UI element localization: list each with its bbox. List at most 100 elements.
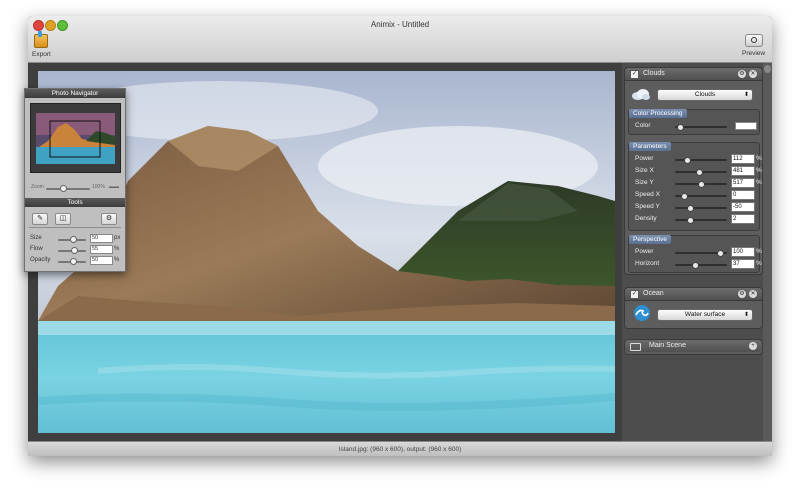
tool-slider[interactable] xyxy=(58,236,86,243)
slider-knob[interactable] xyxy=(687,205,694,212)
zoom-slider[interactable] xyxy=(46,185,90,192)
slider-knob[interactable] xyxy=(717,250,724,257)
tool-label: Size xyxy=(30,235,42,241)
slider-knob[interactable] xyxy=(70,258,77,265)
ocean-layer-panel: ✓ Ocean ⚙ ✕ Water surface ⬍ xyxy=(624,287,763,329)
param-slider[interactable] xyxy=(675,169,727,176)
popup-arrows-icon: ⬍ xyxy=(743,92,749,98)
parameter-row: Size X 481% xyxy=(635,166,762,176)
navigator-title: Photo Navigator xyxy=(25,89,125,98)
clouds-type-select[interactable]: Clouds ⬍ xyxy=(657,89,753,101)
ocean-enabled-checkbox[interactable]: ✓ xyxy=(630,290,639,299)
param-value-field[interactable]: 37 xyxy=(731,259,755,269)
ocean-type-value: Water surface xyxy=(684,311,726,318)
parameter-row: Size Y 517% xyxy=(635,178,762,188)
tool-opacity-row: Opacity 50% xyxy=(30,256,122,266)
parameter-row: Speed Y -50 xyxy=(635,202,759,212)
export-button[interactable]: Export xyxy=(32,31,51,58)
slider-knob[interactable] xyxy=(681,193,688,200)
clouds-enabled-checkbox[interactable]: ✓ xyxy=(630,70,639,79)
slider-knob[interactable] xyxy=(687,217,694,224)
param-value-field[interactable]: 0 xyxy=(731,190,755,200)
param-value-field[interactable]: 517 xyxy=(731,178,755,188)
perspective-title: Perspective xyxy=(629,235,671,244)
parameters-section: Parameters Power 112% Size X 481% Size Y 517%… xyxy=(628,142,762,231)
param-value-field[interactable]: -50 xyxy=(731,202,755,212)
param-slider[interactable] xyxy=(675,205,727,212)
param-unit: % xyxy=(756,260,762,267)
color-swatch[interactable] xyxy=(735,122,757,130)
color-row: Color xyxy=(635,121,759,131)
color-processing-title: Color Processing xyxy=(629,109,687,118)
tools-divider xyxy=(29,227,121,228)
parameter-row: Power 112% xyxy=(635,154,762,164)
eraser-icon[interactable]: ◫ xyxy=(55,213,71,225)
main-scene-title: Main Scene xyxy=(649,342,686,349)
ocean-layer-header: ✓ Ocean ⚙ ✕ xyxy=(625,288,762,301)
main-scene-panel[interactable]: Main Scene + xyxy=(624,339,763,355)
clouds-remove-icon[interactable]: ✕ xyxy=(749,70,757,78)
tool-slider[interactable] xyxy=(58,247,86,254)
ocean-settings-icon[interactable]: ⚙ xyxy=(738,290,746,298)
slider-knob[interactable] xyxy=(692,262,699,269)
color-slider[interactable] xyxy=(675,124,727,131)
ocean-type-select[interactable]: Water surface ⬍ xyxy=(657,309,753,321)
ocean-remove-icon[interactable]: ✕ xyxy=(749,290,757,298)
param-unit: % xyxy=(756,248,762,255)
slider-knob[interactable] xyxy=(677,124,684,131)
tool-label: Opacity xyxy=(30,257,51,263)
param-slider[interactable] xyxy=(675,157,727,164)
scroll-thumb[interactable] xyxy=(764,65,771,73)
clouds-layer-header: ✓ Clouds ⚙ ✕ xyxy=(625,68,762,81)
tool-value-field[interactable]: 50 xyxy=(90,234,113,243)
param-label: Size X xyxy=(635,167,654,174)
tool-label: Flow xyxy=(30,246,43,252)
param-value-field[interactable]: 2 xyxy=(731,214,755,224)
zoom-min-label: Zoom xyxy=(31,184,44,190)
param-slider[interactable] xyxy=(675,217,727,224)
gear-icon[interactable]: ⚙ xyxy=(101,213,117,225)
param-slider[interactable] xyxy=(675,250,727,257)
inspector-scrollbar[interactable] xyxy=(763,63,772,441)
navigator-thumbnail-frame[interactable] xyxy=(30,103,121,173)
param-slider[interactable] xyxy=(675,262,727,269)
slider-knob[interactable] xyxy=(696,169,703,176)
param-slider[interactable] xyxy=(675,193,727,200)
scene-icon xyxy=(630,343,641,351)
add-layer-icon[interactable]: + xyxy=(749,342,757,350)
status-bar: Island.jpg: (960 x 600), output: (960 x … xyxy=(28,441,772,456)
clouds-layer-panel: ✓ Clouds ⚙ ✕ Clouds ⬍ Color Processing C… xyxy=(624,67,763,275)
tool-value-field[interactable]: 55 xyxy=(90,245,113,254)
tools-header: Tools xyxy=(25,198,125,207)
preview-button[interactable]: Preview xyxy=(742,34,765,57)
slider-knob[interactable] xyxy=(71,247,78,254)
param-label: Horizont xyxy=(635,260,660,267)
parameter-row: Density 2 xyxy=(635,214,759,224)
tool-value-field[interactable]: 50 xyxy=(90,256,113,265)
brush-icon[interactable]: ✎ xyxy=(32,213,48,225)
param-value-field[interactable]: 481 xyxy=(731,166,755,176)
tool-size-row: Size 50 px xyxy=(30,234,122,244)
tool-slider[interactable] xyxy=(58,258,86,265)
clouds-layer-title: Clouds xyxy=(643,70,665,77)
wave-icon xyxy=(634,305,650,321)
layers-inspector: ✓ Clouds ⚙ ✕ Clouds ⬍ Color Processing C… xyxy=(622,63,772,441)
param-slider[interactable] xyxy=(675,181,727,188)
parameter-row: Speed X 0 xyxy=(635,190,759,200)
zoom-slider-knob[interactable] xyxy=(60,185,67,192)
slider-knob[interactable] xyxy=(70,236,77,243)
eye-icon xyxy=(744,34,763,47)
main-scene-header: Main Scene + xyxy=(625,340,762,352)
param-label: Speed X xyxy=(635,191,660,198)
title-bar: Animix - Untitled Export Preview xyxy=(28,16,772,63)
clouds-settings-icon[interactable]: ⚙ xyxy=(738,70,746,78)
slider-knob[interactable] xyxy=(698,181,705,188)
param-value-field[interactable]: 100 xyxy=(731,247,755,257)
export-icon xyxy=(34,31,49,48)
slider-knob[interactable] xyxy=(684,157,691,164)
tools-title: Tools xyxy=(25,198,125,207)
zoom-fit-icon[interactable]: ▬▬ xyxy=(109,184,119,190)
perspective-row: Horizont 37% xyxy=(635,259,762,269)
param-value-field[interactable]: 112 xyxy=(731,154,755,164)
color-processing-section: Color Processing Color xyxy=(628,109,760,135)
